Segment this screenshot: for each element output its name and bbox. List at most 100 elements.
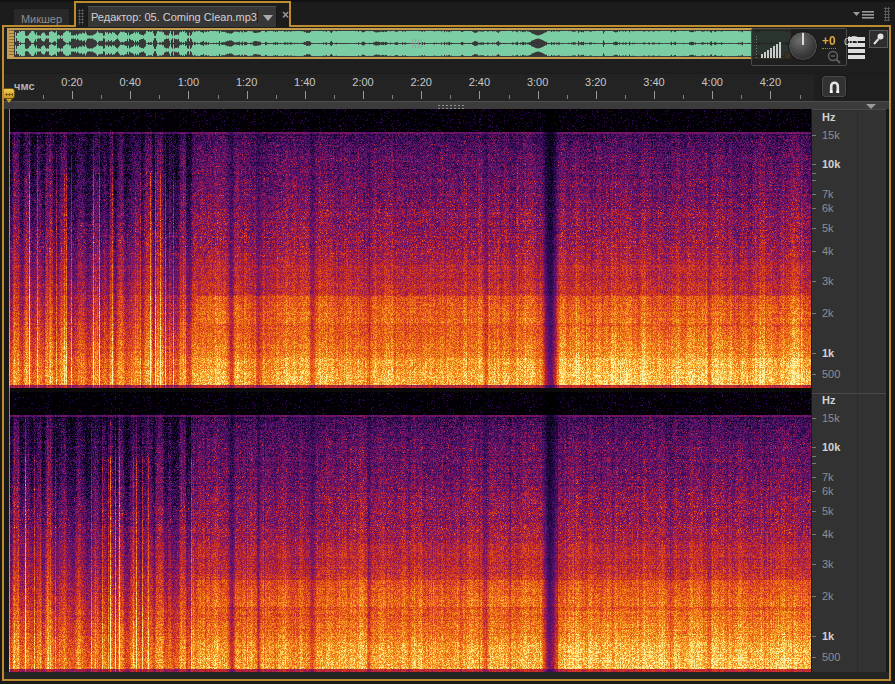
freq-label: 3k: [822, 558, 834, 570]
ruler-tick-minor: [159, 95, 160, 99]
freq-tick: [812, 164, 816, 165]
freq-label: 5k: [822, 505, 834, 517]
pushpin-icon: [870, 31, 887, 47]
ruler-tick-major: [596, 91, 597, 99]
snap-button[interactable]: [822, 76, 846, 97]
freq-label: Hz: [822, 111, 835, 123]
freq-label: Hz: [822, 394, 835, 406]
freq-label: 1k: [822, 347, 834, 359]
freq-tick: [812, 173, 816, 174]
ruler-tick-minor: [800, 95, 801, 99]
freq-tick: [812, 228, 816, 229]
freq-tick: [812, 313, 816, 314]
ruler-tick-minor: [450, 95, 451, 99]
ruler-time-label: 4:00: [690, 76, 734, 88]
freq-label: 15k: [822, 129, 840, 141]
freq-label: 500: [822, 651, 840, 663]
spectrogram-channel-2[interactable]: [9, 392, 811, 672]
freq-label: 10k: [822, 158, 840, 170]
tab-grip-icon: [78, 9, 84, 25]
freq-label: 2k: [822, 307, 834, 319]
ruler-tick-major: [188, 91, 189, 99]
magnet-icon: [828, 80, 841, 94]
tab-editor-label: Редактор: 05. Coming Clean.mp3: [91, 11, 257, 23]
freq-tick: [812, 456, 816, 457]
focus-border: [74, 1, 291, 3]
freq-tick: [812, 374, 816, 375]
horizontal-scrollbar[interactable]: [4, 101, 889, 109]
freq-tick: [812, 418, 816, 419]
freq-tick: [812, 511, 816, 512]
tab-mixer-label: Микшер: [21, 13, 62, 25]
ruler-tick-major: [72, 91, 73, 99]
freq-tick: [812, 491, 816, 492]
freq-label: 7k: [822, 471, 834, 483]
levels-list-icon[interactable]: [848, 37, 865, 59]
hud-panel: +0 dB: [751, 28, 847, 66]
ruler-time-label: 1:00: [166, 76, 210, 88]
freq-tick: [812, 534, 816, 535]
ruler-tick-major: [712, 91, 713, 99]
ruler-tick-minor: [567, 95, 568, 99]
spectrogram-channel-1[interactable]: [9, 109, 811, 388]
ruler-tick-minor: [741, 95, 742, 99]
freq-label: 500: [822, 368, 840, 380]
freq-label: 15k: [822, 412, 840, 424]
freq-label: 6k: [822, 202, 834, 214]
ruler-tick-minor: [276, 95, 277, 99]
freq-tick: [812, 636, 816, 637]
ruler-tick-minor: [334, 95, 335, 99]
audition-editor-panel: Микшер Редактор: 05. Coming Clean.mp3 × …: [0, 0, 895, 684]
freq-tick: [812, 135, 816, 136]
level-bars-icon: [761, 41, 786, 58]
ruler-tick-minor: [683, 95, 684, 99]
ruler-time-label: 2:20: [399, 76, 443, 88]
freq-label: 4k: [822, 245, 834, 257]
ruler-tick-minor: [625, 95, 626, 99]
freq-tick: [812, 180, 816, 181]
ruler-tick-major: [479, 91, 480, 99]
ruler-tick-minor: [218, 95, 219, 99]
ruler-tick-major: [654, 91, 655, 99]
selection-left-handle[interactable]: [9, 30, 14, 57]
ruler-tick-minor: [392, 95, 393, 99]
pin-button[interactable]: [869, 30, 888, 48]
tab-editor[interactable]: Редактор: 05. Coming Clean.mp3: [87, 6, 277, 28]
freq-label: 4k: [822, 528, 834, 540]
ruler-time-label: 0:40: [108, 76, 152, 88]
ruler-tick-major: [305, 91, 306, 99]
ruler-tick-major: [770, 91, 771, 99]
ruler-time-label: 4:20: [748, 76, 792, 88]
freq-tick: [812, 194, 816, 195]
tab-dropdown-icon[interactable]: [263, 15, 273, 21]
ruler-tick-major: [130, 91, 131, 99]
ruler-time-label: 2:40: [457, 76, 501, 88]
ruler-tick-minor: [509, 95, 510, 99]
ruler-time-label: 1:20: [225, 76, 269, 88]
ruler-time-label: 0:20: [50, 76, 94, 88]
frequency-scale: Hz15k10k7k6k5k4k3k2k1k500Hz15k10k7k6k5k4…: [812, 109, 886, 679]
ruler-time-label: 3:40: [632, 76, 676, 88]
ruler-tick-major: [363, 91, 364, 99]
ruler-tick-minor: [43, 95, 44, 99]
timeline-ruler[interactable]: чмс 0:200:401:001:201:402:002:202:403:00…: [4, 74, 814, 101]
playhead-line: [9, 109, 10, 672]
ruler-tick-major: [247, 91, 248, 99]
panel-menu-icon[interactable]: [853, 9, 875, 21]
freq-label: 5k: [822, 222, 834, 234]
freq-tick: [812, 447, 816, 448]
freq-tick: [812, 281, 816, 282]
hud-grip-icon[interactable]: [755, 35, 759, 59]
gain-db-value[interactable]: +0: [822, 34, 836, 49]
freq-tick: [812, 596, 816, 597]
ruler-tick-minor: [101, 95, 102, 99]
freq-tick: [812, 251, 816, 252]
freq-tick: [812, 353, 816, 354]
overview-center-grip-icon[interactable]: [412, 39, 424, 48]
ruler-tick-major: [538, 91, 539, 99]
magnifier-minus-icon[interactable]: [826, 50, 844, 64]
overview-selection[interactable]: [7, 28, 791, 59]
freq-label: 7k: [822, 188, 834, 200]
gain-knob[interactable]: [788, 31, 818, 61]
waveform-overview[interactable]: [15, 30, 790, 57]
